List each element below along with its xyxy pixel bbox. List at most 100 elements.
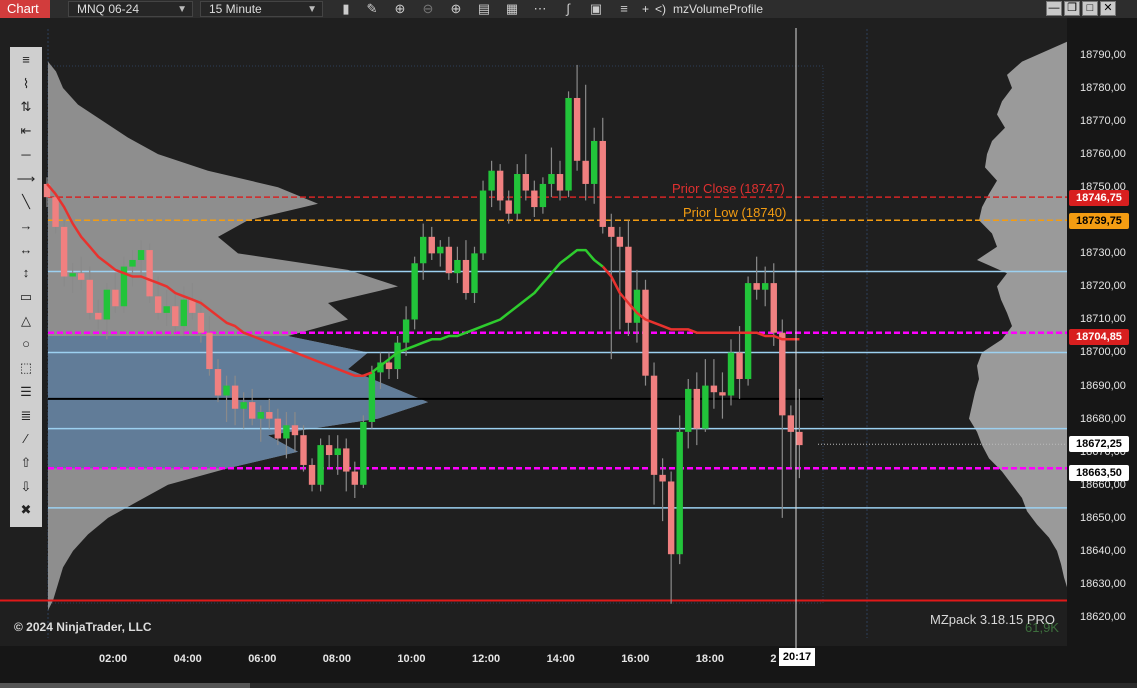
horizontal-line-icon[interactable]: ↔ [16,240,36,260]
fibonacci-extension-icon[interactable]: ≣ [16,406,36,426]
candle-body [719,392,726,396]
candle-body [548,174,555,184]
candle-body [154,296,162,313]
crosshair-icon[interactable]: ⊕ [448,1,464,17]
candle-body [223,385,230,396]
chevron-down-icon: ▼ [177,4,187,15]
ruler-icon[interactable]: ≡ [16,50,36,70]
close-button[interactable]: ✕ [1100,1,1116,16]
maximize-button[interactable]: □ [1082,1,1098,16]
candle-body [95,312,102,320]
candle-body [103,289,111,320]
rectangle-icon[interactable]: ▭ [16,287,36,307]
candle-body [385,362,393,370]
candle-body [180,299,187,327]
restore-button[interactable]: ❐ [1064,1,1080,16]
candle-body [274,418,282,439]
price-tick-label: 18710,00 [1080,313,1126,326]
candle-body [334,448,341,456]
candle-body [411,263,418,320]
price-marker-tag: 18739,75 [1069,213,1129,230]
template-icon[interactable]: ▣ [588,1,604,17]
interval-selector[interactable]: 15 Minute ▼ [200,1,323,17]
candle-body [308,464,316,485]
candle-body [479,190,487,254]
parallel-lines-icon[interactable]: ∕ [16,429,36,449]
chevron-down-icon: ▼ [307,4,317,15]
price-chart[interactable] [0,18,1137,683]
vertical-arrows-icon[interactable]: ⇅ [16,97,36,117]
candle-body [702,385,709,429]
price-marker-tag: 18672,25 [1069,436,1129,453]
arrow-line-icon[interactable]: → [16,216,36,236]
time-tick-label: 12:00 [472,653,501,665]
candle-body [616,236,624,247]
indicator-icon[interactable]: ∫ [560,1,576,17]
candle-body [52,197,59,227]
arrow-down-icon[interactable]: ⇩ [16,477,36,497]
candle-body [112,289,119,307]
price-tick-label: 18790,00 [1080,49,1126,61]
time-tick-label: 08:00 [322,653,351,665]
candle-body [693,388,700,429]
candle-body [710,385,718,393]
pencil-icon[interactable]: ✎ [364,1,380,17]
ellipse-icon[interactable]: ○ [16,334,36,354]
minimize-button[interactable]: — [1046,1,1062,16]
extended-line-icon[interactable]: ⇤ [16,121,36,141]
candle-body [146,250,153,297]
diagonal-line-icon[interactable]: ╲ [16,192,36,212]
properties-icon[interactable]: ▤ [476,1,492,17]
drawing-toolbar: ≡ ⌇ ⇅ ⇤ ─ ⟶ ╲ → ↔ ↕ ▭ △ ○ ⬚ ☰ ≣ ∕ ⇧ ⇩ ✖ [10,47,42,527]
line-icon[interactable]: ─ [16,145,36,165]
trash-icon[interactable]: ✖ [16,500,36,520]
candle-body [685,388,692,432]
time-tick-label: 18:00 [695,653,724,665]
instrument-selector[interactable]: MNQ 06-24 ▼ [68,1,193,17]
candle-body [796,431,803,446]
candle-body [573,97,581,161]
candle-body [599,140,606,227]
candle-body [650,375,658,475]
chart-tab[interactable]: Chart [0,0,50,18]
list-icon[interactable]: ≡ [616,1,632,17]
time-tick-label: 2 [770,653,777,665]
candle-body [402,319,410,343]
triangle-icon[interactable]: △ [16,311,36,331]
candle-body [231,385,239,409]
region-icon[interactable]: ⬚ [16,358,36,378]
horizontal-scrollbar[interactable] [0,683,1137,688]
candle-body [172,306,179,327]
candle-body [206,332,213,370]
data-box-icon[interactable]: ▦ [504,1,520,17]
candle-body [214,369,222,396]
scroll-thumb[interactable] [0,683,250,688]
indicator-label[interactable]: mzVolumeProfile [673,1,763,17]
share-button[interactable]: <) [655,1,666,17]
add-button[interactable]: + [642,1,649,17]
candle-body [727,352,735,396]
candle-body [591,140,598,184]
candle-body [539,183,547,208]
vertical-line-icon[interactable]: ↕ [16,263,36,283]
ray-icon[interactable]: ⟶ [16,169,36,189]
zoom-out-icon[interactable]: ⊖ [420,1,436,17]
zoom-in-icon[interactable]: ⊕ [392,1,408,17]
risk-reward-icon[interactable]: ⌇ [16,74,36,94]
arrow-up-icon[interactable]: ⇧ [16,453,36,473]
strategy-icon[interactable]: ⋯ [532,1,548,17]
fibonacci-icon[interactable]: ☰ [16,382,36,402]
time-tick-label: 04:00 [173,653,202,665]
candle-body [351,471,358,485]
candle-body [420,236,427,264]
candle-body [197,312,205,333]
price-tick-label: 18620,00 [1080,610,1126,623]
bar-chart-icon[interactable]: ▮ [338,1,354,17]
candle-body [163,306,170,313]
candle-body [642,289,649,376]
candle-body [368,372,376,422]
candle-body [787,415,795,432]
candle-body [300,435,307,465]
price-tick-label: 18630,00 [1080,577,1126,590]
price-tick-label: 18760,00 [1080,148,1126,161]
